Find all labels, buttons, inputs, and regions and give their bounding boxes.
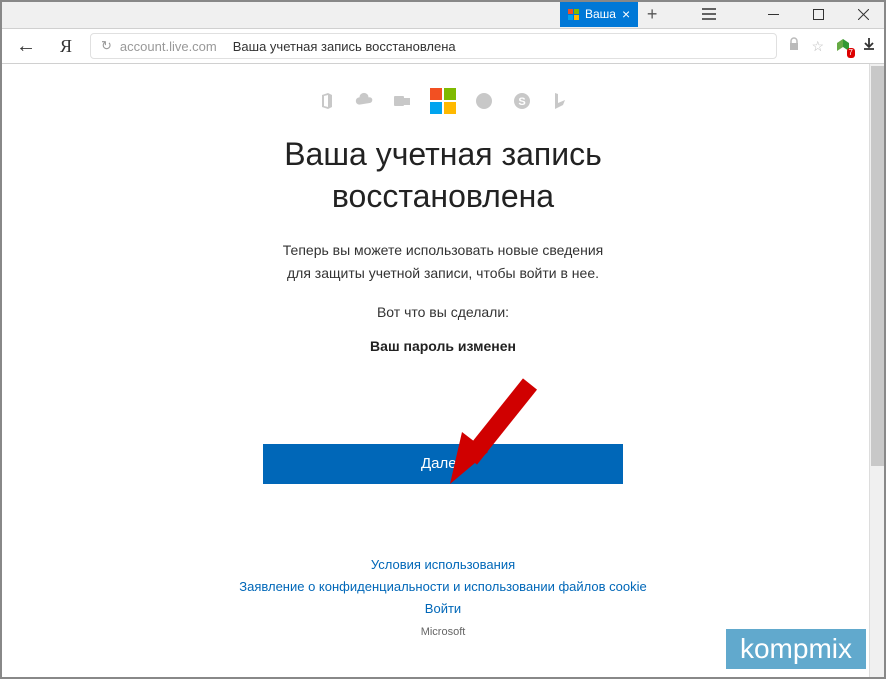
microsoft-favicon xyxy=(568,9,579,20)
onedrive-icon[interactable] xyxy=(354,91,374,111)
xbox-icon[interactable] xyxy=(474,91,494,111)
address-bar: ← Я ↻ account.live.com Ваша учетная запи… xyxy=(0,29,886,64)
url-page-title: Ваша учетная запись восстановлена xyxy=(233,39,456,54)
yandex-home-button[interactable]: Я xyxy=(52,36,80,57)
url-host: account.live.com xyxy=(120,39,217,54)
extension-badge: 7 xyxy=(847,48,855,58)
lock-icon[interactable] xyxy=(787,37,801,56)
url-input[interactable]: ↻ account.live.com Ваша учетная запись в… xyxy=(90,33,777,59)
what-you-did-label: Вот что вы сделали: xyxy=(377,304,509,320)
hamburger-menu-icon[interactable] xyxy=(686,0,731,29)
watermark: kompmix xyxy=(726,629,866,669)
svg-text:S: S xyxy=(518,96,525,108)
outlook-icon[interactable] xyxy=(392,91,412,111)
skype-icon[interactable]: S xyxy=(512,91,532,111)
next-button[interactable]: Далее xyxy=(263,444,623,484)
page-content: S Ваша учетная запись восстановлена Тепе… xyxy=(0,64,886,679)
footer-links: Условия использования Заявление о конфид… xyxy=(239,554,646,620)
microsoft-services-row: S xyxy=(316,88,570,114)
scrollbar[interactable] xyxy=(869,64,886,679)
privacy-link[interactable]: Заявление о конфиденциальности и использ… xyxy=(239,576,646,598)
minimize-button[interactable] xyxy=(751,0,796,29)
tab-title: Ваша xyxy=(585,7,616,21)
footer-brand: Microsoft xyxy=(421,626,466,638)
page-subtext: Теперь вы можете использовать новые свед… xyxy=(283,239,603,284)
page-heading: Ваша учетная запись восстановлена xyxy=(284,134,602,217)
maximize-button[interactable] xyxy=(796,0,841,29)
bookmark-star-icon[interactable]: ☆ xyxy=(811,38,824,55)
download-icon[interactable] xyxy=(862,37,876,56)
close-tab-icon[interactable]: × xyxy=(622,6,630,22)
office-icon[interactable] xyxy=(316,91,336,111)
window-titlebar: Ваша × + xyxy=(0,0,886,29)
password-changed-text: Ваш пароль изменен xyxy=(370,338,516,354)
new-tab-button[interactable]: + xyxy=(638,0,666,28)
terms-link[interactable]: Условия использования xyxy=(239,554,646,576)
refresh-icon[interactable]: ↻ xyxy=(101,38,112,54)
browser-tab-active[interactable]: Ваша × xyxy=(560,2,638,27)
microsoft-logo[interactable] xyxy=(430,88,456,114)
close-window-button[interactable] xyxy=(841,0,886,29)
signin-link[interactable]: Войти xyxy=(239,598,646,620)
extension-icon[interactable]: 7 xyxy=(834,37,852,55)
back-button[interactable]: ← xyxy=(10,35,42,58)
bing-icon[interactable] xyxy=(550,91,570,111)
